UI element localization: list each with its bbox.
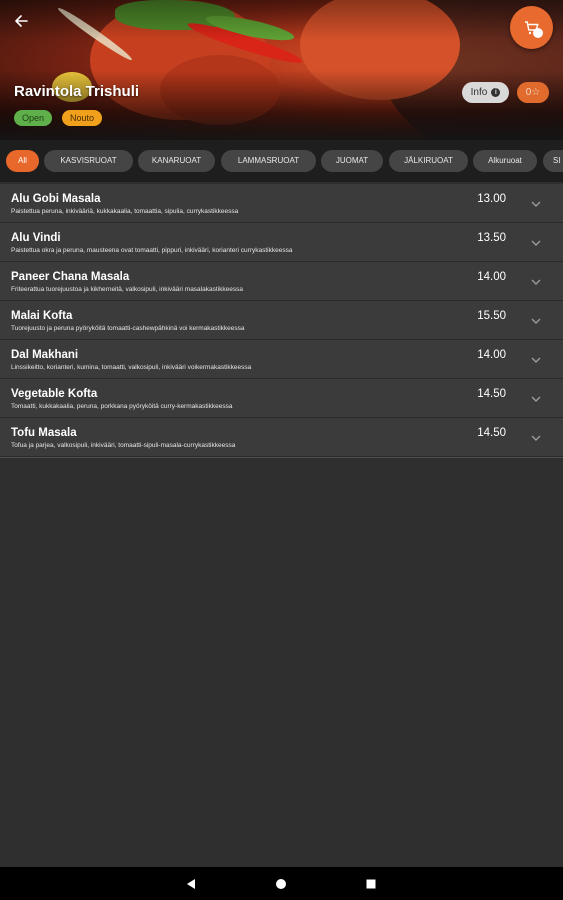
menu-item-price: 15.50 xyxy=(477,310,506,322)
menu-item-name: Alu Gobi Masala xyxy=(11,193,101,205)
menu-item-name: Tofu Masala xyxy=(11,427,77,439)
chevron-down-icon[interactable] xyxy=(530,198,542,210)
restaurant-menu-screen: Ravintola Trishuli Open Nouto Info i 0☆ … xyxy=(0,0,563,900)
list-divider xyxy=(0,457,563,458)
menu-item-description: Linssikeitto, korianteri, kumina, tomaat… xyxy=(11,364,252,371)
menu-item-name: Malai Kofta xyxy=(11,310,73,322)
menu-item[interactable]: Alu Gobi Masala Paistettua peruna, inkiv… xyxy=(0,184,563,223)
menu-item[interactable]: Dal Makhani Linssikeitto, korianteri, ku… xyxy=(0,340,563,379)
hero-bottom-shade xyxy=(0,70,563,140)
chevron-down-icon[interactable] xyxy=(530,393,542,405)
menu-item[interactable]: Alu Vindi Paistettua okra ja peruna, mau… xyxy=(0,223,563,262)
menu-item-name: Paneer Chana Masala xyxy=(11,271,130,283)
nav-recents-button[interactable] xyxy=(363,876,379,892)
menu-item-price: 14.00 xyxy=(477,349,506,361)
chevron-down-icon[interactable] xyxy=(530,432,542,444)
menu-item-description: Paistettua okra ja peruna, mausteena ova… xyxy=(11,247,293,254)
category-chip-jalkiruoat[interactable]: JÄLKIRUOAT xyxy=(389,150,468,172)
hero-banner: Ravintola Trishuli Open Nouto Info i 0☆ xyxy=(0,0,563,140)
menu-item-description: Tomaatti, kukkakaalia, peruna, porkkana … xyxy=(11,403,233,410)
chevron-down-icon[interactable] xyxy=(530,315,542,327)
arrow-left-icon xyxy=(15,15,28,27)
menu-item-description: Tuorejuusto ja peruna pyöryköitä tomaatt… xyxy=(11,325,245,332)
cart-button[interactable] xyxy=(510,6,553,49)
rating-button[interactable]: 0☆ xyxy=(517,82,549,103)
info-icon: i xyxy=(491,88,501,97)
menu-item[interactable]: Tofu Masala Tofua ja parjea, valkosipuli… xyxy=(0,418,563,457)
open-status-badge: Open xyxy=(14,110,53,126)
restaurant-name: Ravintola Trishuli xyxy=(14,83,140,100)
menu-item-price: 14.00 xyxy=(477,271,506,283)
menu-list: Alu Gobi Masala Paistettua peruna, inkiv… xyxy=(0,184,563,458)
category-chip-all[interactable]: All xyxy=(6,150,39,172)
cart-count-badge xyxy=(533,28,543,38)
category-chip-juomat[interactable]: JUOMAT xyxy=(321,150,383,172)
menu-item-name: Dal Makhani xyxy=(11,349,79,361)
menu-item[interactable]: Malai Kofta Tuorejuusto ja peruna pyöryk… xyxy=(0,301,563,340)
category-chip-lammasruoat[interactable]: LAMMASRUOAT xyxy=(221,150,316,172)
rating-label: 0☆ xyxy=(525,87,541,98)
chevron-down-icon[interactable] xyxy=(530,237,542,249)
square-recents-icon xyxy=(366,879,376,889)
pickup-badge: Nouto xyxy=(62,110,103,126)
menu-item-name: Vegetable Kofta xyxy=(11,388,98,400)
nav-home-button[interactable] xyxy=(273,876,289,892)
menu-item-name: Alu Vindi xyxy=(11,232,61,244)
system-navigation-bar xyxy=(0,867,563,900)
nav-back-button[interactable] xyxy=(183,876,199,892)
category-chip-si[interactable]: SI xyxy=(543,150,563,172)
hero-top-shade xyxy=(0,0,563,40)
category-chip-kanaruoat[interactable]: KANARUOAT xyxy=(138,150,215,172)
menu-item-description: Paistettua peruna, inkivääriä, kukkakaal… xyxy=(11,208,239,215)
info-label: Info xyxy=(470,87,488,98)
triangle-back-icon xyxy=(187,879,195,889)
category-chip-alkuruoat[interactable]: Alkuruoat xyxy=(473,150,537,172)
info-button[interactable]: Info i xyxy=(462,82,509,103)
menu-item-description: Tofua ja parjea, valkosipuli, inkivääri,… xyxy=(11,442,236,449)
circle-home-icon xyxy=(276,879,286,889)
menu-item-description: Friteerattua tuorejuustoa ja kikherneitä… xyxy=(11,286,243,293)
menu-item-price: 13.00 xyxy=(477,193,506,205)
category-chip-kasvisruoat[interactable]: KASVISRUOAT xyxy=(44,150,133,172)
chevron-down-icon[interactable] xyxy=(530,276,542,288)
menu-item-price: 14.50 xyxy=(477,388,506,400)
category-bar: All KASVISRUOAT KANARUOAT LAMMASRUOAT JU… xyxy=(0,140,563,182)
back-button[interactable] xyxy=(8,8,34,34)
chevron-down-icon[interactable] xyxy=(530,354,542,366)
menu-item-price: 13.50 xyxy=(477,232,506,244)
menu-item[interactable]: Vegetable Kofta Tomaatti, kukkakaalia, p… xyxy=(0,379,563,418)
menu-item-price: 14.50 xyxy=(477,427,506,439)
menu-item[interactable]: Paneer Chana Masala Friteerattua tuoreju… xyxy=(0,262,563,301)
